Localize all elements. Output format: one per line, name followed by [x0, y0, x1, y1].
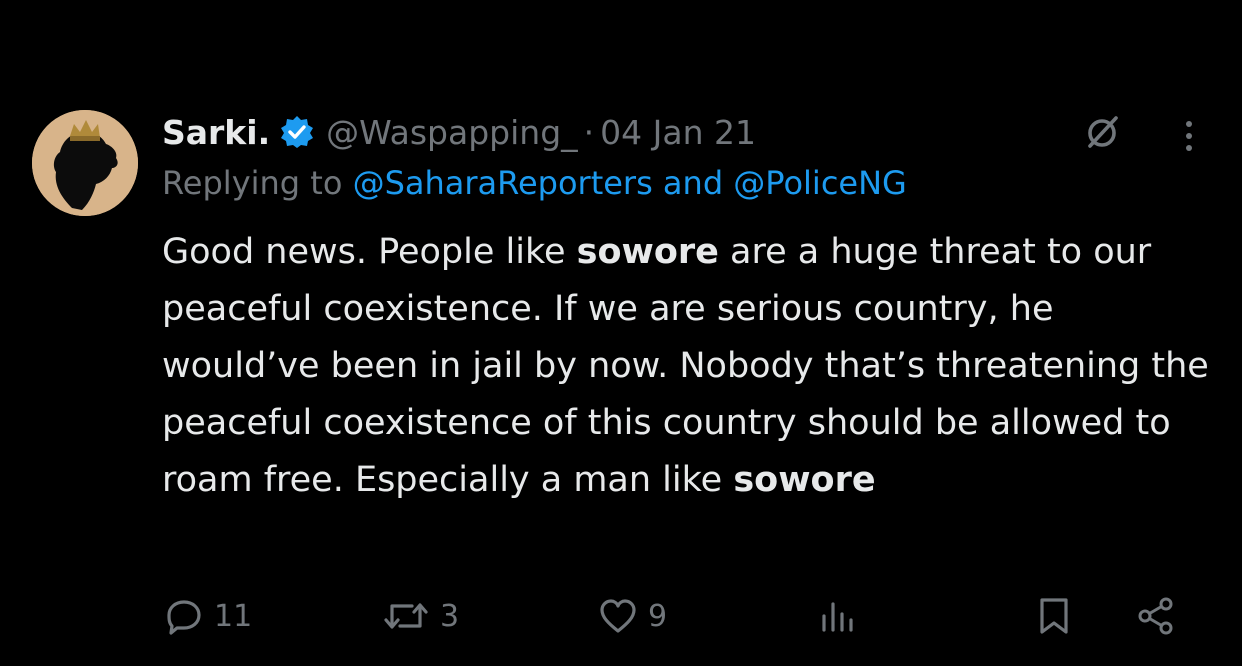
header-separator: ·: [583, 112, 595, 152]
mention-police-ng[interactable]: @PoliceNG: [733, 164, 907, 202]
body-text-part2: are a huge threat to our peaceful coexis…: [162, 232, 1209, 500]
more-vertical-icon[interactable]: [1176, 116, 1202, 156]
like-button[interactable]: 9: [598, 588, 667, 644]
avatar[interactable]: [32, 110, 138, 216]
retweet-button[interactable]: 3: [382, 588, 459, 644]
body-bold-sowore-2: sowore: [733, 460, 876, 500]
heart-icon: [600, 599, 636, 633]
views-button[interactable]: [818, 588, 858, 644]
avatar-silhouette-icon: [32, 110, 138, 216]
mention-and-word: and: [662, 164, 724, 202]
author-handle[interactable]: @Waspapping_: [326, 113, 578, 152]
grok-icon[interactable]: [1082, 112, 1122, 152]
tweet-body: Good news. People like sowore are a huge…: [162, 224, 1222, 509]
tweet-header: Sarki. @Waspapping_ · 04 Jan 21: [162, 108, 756, 156]
retweet-count: 3: [440, 598, 460, 634]
body-text-part1: Good news. People like: [162, 232, 577, 272]
mention-sahara-reporters[interactable]: @SaharaReporters: [353, 164, 653, 202]
retweet-icon: [384, 603, 428, 629]
body-bold-sowore-1: sowore: [576, 232, 719, 272]
tweet-actions-bar: 11 3 9: [0, 588, 1242, 644]
reply-button[interactable]: 11: [164, 588, 252, 644]
bar-chart-icon: [822, 602, 853, 632]
replying-prefix: Replying to: [162, 164, 343, 202]
reply-icon: [167, 600, 201, 635]
tweet-date[interactable]: 04 Jan 21: [600, 113, 756, 152]
tweet-card[interactable]: Sarki. @Waspapping_ · 04 Jan 21 Replying…: [0, 0, 1242, 666]
bookmark-button[interactable]: [1034, 588, 1074, 644]
reply-count: 11: [214, 598, 253, 634]
bookmark-icon: [1040, 598, 1068, 634]
share-button[interactable]: [1136, 588, 1176, 644]
verified-badge-icon: [280, 115, 314, 149]
share-icon: [1138, 597, 1173, 635]
replying-to-line: Replying to @SaharaReporters and @Police…: [162, 164, 907, 202]
author-name[interactable]: Sarki.: [162, 113, 270, 152]
like-count: 9: [648, 598, 668, 634]
